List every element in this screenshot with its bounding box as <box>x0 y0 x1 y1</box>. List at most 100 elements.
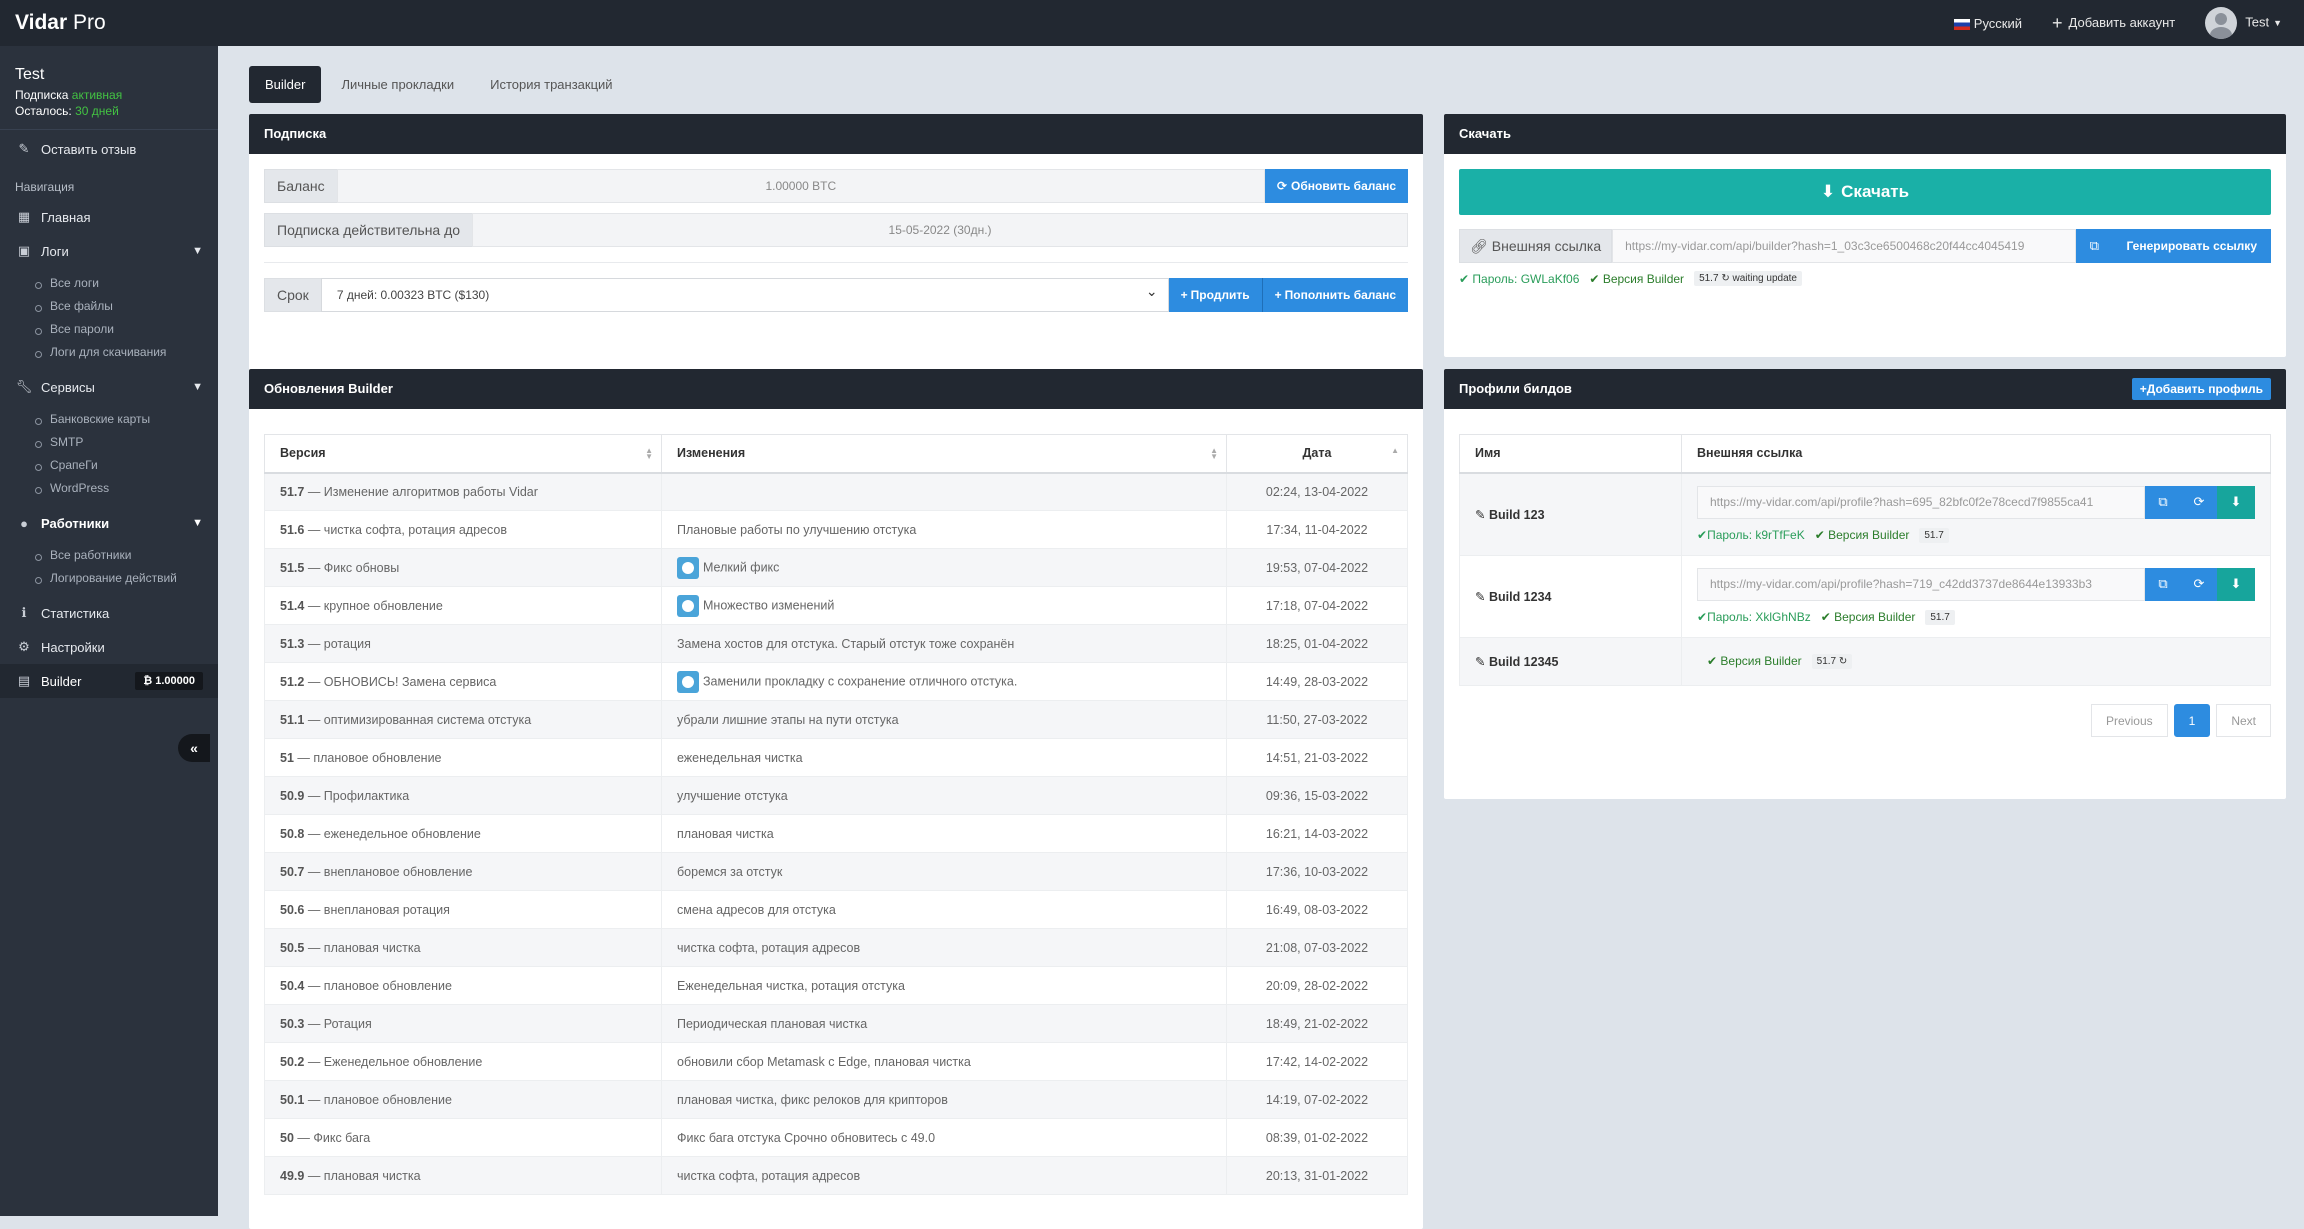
sidebar-subitem-download-logs[interactable]: Логи для скачивания <box>0 341 218 364</box>
tab-transaction-history[interactable]: История транзакций <box>474 66 628 103</box>
check-icon: ✔ <box>1707 654 1718 668</box>
grid-icon: ▦ <box>17 209 31 224</box>
add-profile-button[interactable]: +Добавить профиль <box>2131 378 2271 400</box>
sidebar-item-stats[interactable]: ℹ Статистика <box>0 596 218 630</box>
user-icon: ● <box>20 515 28 531</box>
changes-cell: смена адресов для отстука <box>661 890 1227 929</box>
copy-icon[interactable]: ⧉ <box>2145 485 2181 519</box>
changes-cell: чистка софта, ротация адресов <box>661 928 1227 967</box>
user-menu[interactable]: Test ▼ <box>2205 7 2282 39</box>
user-name: Test <box>15 66 45 83</box>
info-icon[interactable] <box>677 594 699 617</box>
table-row: 51.7 — Изменение алгоритмов работы Vidar… <box>264 472 1408 511</box>
sidebar-subitem-all-files[interactable]: Все файлы <box>0 295 218 318</box>
sidebar-subitem-smtp[interactable]: SMTP <box>0 431 218 454</box>
pagination: Previous 1 Next <box>1459 703 2271 737</box>
changes-cell: Периодическая плановая чистка <box>661 1004 1227 1043</box>
topup-button[interactable]: + Пополнить баланс <box>1261 278 1408 312</box>
subscription-card: Подписка Баланс 1.00000 BTC ⟳ Обновить ба… <box>249 114 1423 394</box>
column-external-link[interactable]: Внешняя ссылка <box>1681 434 2271 474</box>
edit-profile-link[interactable]: ✎ Build 1234 <box>1475 590 1552 604</box>
collapse-sidebar-button[interactable]: « <box>178 734 210 762</box>
generate-link-button[interactable]: Генерировать ссылку <box>2112 229 2271 263</box>
date-cell: 17:34, 11-04-2022 <box>1226 510 1408 549</box>
copy-icon[interactable]: ⧉ <box>2076 229 2113 263</box>
language-selector[interactable]: Русский <box>1953 16 2022 31</box>
table-row: 50.7 — внеплановое обновление боремся за … <box>264 852 1408 891</box>
plus-icon: + <box>1274 288 1282 302</box>
external-link-input[interactable]: https://my-vidar.com/api/builder?hash=1_… <box>1612 229 2077 263</box>
refresh-icon[interactable]: ⟳ <box>2181 485 2217 519</box>
nav-heading: Навигация <box>15 180 75 194</box>
column-date[interactable]: Дата ▲ <box>1226 434 1408 474</box>
sidebar-item-workers[interactable]: ● Работники ▼ <box>0 506 218 540</box>
table-row: 51.6 — чистка софта, ротация адресов План… <box>264 510 1408 549</box>
profiles-card: Профили билдов +Добавить профиль Имя Внеш… <box>1444 369 2286 799</box>
profile-link-input[interactable]: https://my-vidar.com/api/profile?hash=69… <box>1697 485 2145 519</box>
download-button[interactable]: ⬇ Скачать <box>1459 169 2271 215</box>
refresh-icon[interactable]: ⟳ <box>2181 567 2217 601</box>
pencil-icon: ✎ <box>1475 654 1486 669</box>
chevron-down-icon: ▼ <box>192 517 203 529</box>
profiles-table: Имя Внешняя ссылка ✎ Build 123 https://my… <box>1459 434 2271 686</box>
sidebar-item-services[interactable]: 🔧︎ Сервисы ▼ <box>0 370 218 404</box>
card-title: Скачать <box>1444 114 2286 154</box>
next-page-button[interactable]: Next <box>2216 703 2271 737</box>
refresh-icon: ⟳ <box>1276 179 1288 193</box>
brand-logo[interactable]: Vidar Pro <box>0 11 218 35</box>
page-1-button[interactable]: 1 <box>2173 703 2211 737</box>
plus-icon: + <box>1180 288 1188 302</box>
sidebar-subitem-cpanel[interactable]: СрапеГи <box>0 454 218 477</box>
term-group: Срок 7 дней: 0.00323 BTC ($130) +Продлит… <box>264 278 1408 312</box>
check-icon: ✔ <box>1697 610 1708 624</box>
tab-personal-proxies[interactable]: Личные прокладки <box>325 66 470 103</box>
tab-builder[interactable]: Builder <box>249 66 322 103</box>
term-select[interactable]: 7 дней: 0.00323 BTC ($130) <box>320 278 1169 312</box>
column-name[interactable]: Имя <box>1459 434 1682 474</box>
info-icon[interactable] <box>677 556 699 579</box>
table-row: ✎ Build 12345 ✔ Версия Builder 51.7 ↻ <box>1459 636 2271 686</box>
sidebar-item-feedback[interactable]: ✎ Оставить отзыв <box>0 132 218 166</box>
sidebar-subitem-all-workers[interactable]: Все работники <box>0 544 218 567</box>
profile-link-input[interactable]: https://my-vidar.com/api/profile?hash=71… <box>1697 567 2145 601</box>
changes-cell: Замена хостов для отстука. Старый отстук… <box>661 624 1227 663</box>
table-row: 50.6 — внеплановая ротация смена адресов … <box>264 890 1408 929</box>
column-version[interactable]: Версия ▲ ▼ <box>264 434 662 474</box>
sidebar-item-settings[interactable]: ⚙ Настройки <box>0 630 218 664</box>
sidebar-subitem-action-logging[interactable]: Логирование действий <box>0 567 218 590</box>
version-cell: 50.9 — Профилактика <box>264 776 662 815</box>
sidebar-item-builder[interactable]: ▤ Builder ₿ 1.00000 <box>0 664 218 698</box>
password-label: ✔ Пароль: GWLaKf06 <box>1459 271 1580 286</box>
column-changes[interactable]: Изменения ▲ ▼ <box>661 434 1227 474</box>
extend-button[interactable]: + Продлить <box>1168 278 1262 312</box>
changes-cell: улучшение отстука <box>661 776 1227 815</box>
sidebar-subitem-all-logs[interactable]: Все логи <box>0 272 218 295</box>
add-account-link[interactable]: + Добавить аккаунт <box>2052 13 2175 34</box>
edit-profile-link[interactable]: ✎ Build 123 <box>1475 508 1545 522</box>
sidebar-subitem-bank-cards[interactable]: Банковские карты <box>0 408 218 431</box>
changes-cell: Плановые работы по улучшению отстука <box>661 510 1227 549</box>
profile-name-cell: ✎ Build 123 <box>1459 472 1682 556</box>
edit-profile-link[interactable]: ✎ Build 12345 <box>1475 655 1558 669</box>
sidebar-item-home[interactable]: ▦ Главная <box>0 200 218 234</box>
build-status: ✔ Пароль: GWLaKf06 ✔ Версия Builder 51.7… <box>1459 271 2271 286</box>
download-icon[interactable]: ⬇ <box>2217 485 2255 519</box>
profile-link-cell: https://my-vidar.com/api/profile?hash=71… <box>1681 554 2271 638</box>
sidebar-subitem-all-passwords[interactable]: Все пароли <box>0 318 218 341</box>
version-badge: 51.7 ↻ waiting update <box>1694 271 1802 286</box>
previous-page-button[interactable]: Previous <box>2090 703 2168 737</box>
table-row: ✎ Build 1234 https://my-vidar.com/api/pro… <box>1459 554 2271 638</box>
sidebar-item-logs[interactable]: ▣ Логи ▼ <box>0 234 218 268</box>
changes-cell: Множество изменений <box>661 586 1227 625</box>
version-cell: 51 — плановое обновление <box>264 738 662 777</box>
sidebar-subitem-wordpress[interactable]: WordPress <box>0 477 218 500</box>
table-row: 50.5 — плановая чистка чистка софта, рота… <box>264 928 1408 967</box>
copy-icon[interactable]: ⧉ <box>2145 567 2181 601</box>
refresh-balance-button[interactable]: ⟳ Обновить баланс <box>1264 169 1408 203</box>
pencil-icon: ✎ <box>18 141 30 156</box>
date-cell: 18:25, 01-04-2022 <box>1226 624 1408 663</box>
download-icon[interactable]: ⬇ <box>2217 567 2255 601</box>
sort-icon: ▲ ▼ <box>1210 446 1218 461</box>
info-icon[interactable] <box>677 670 699 693</box>
date-cell: 21:08, 07-03-2022 <box>1226 928 1408 967</box>
